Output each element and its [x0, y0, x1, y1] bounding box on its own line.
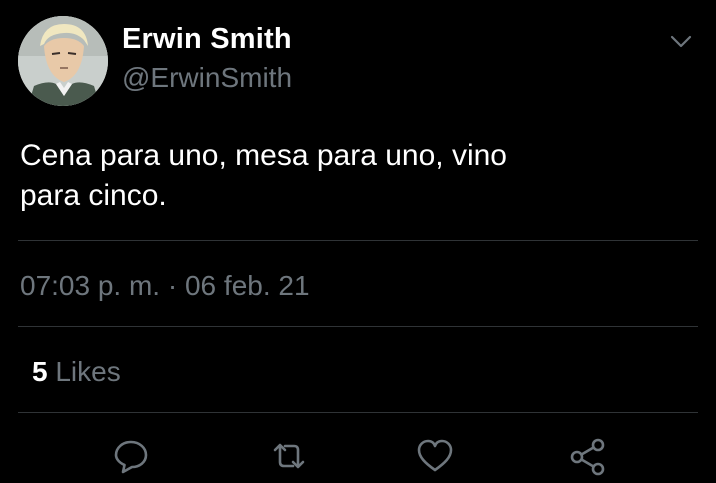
- tweet-date: 06 feb. 21: [184, 270, 310, 301]
- divider: [18, 412, 698, 413]
- avatar-image: [18, 16, 108, 106]
- likes-count: 5: [32, 356, 48, 387]
- heart-icon[interactable]: [415, 436, 455, 476]
- likes-label: Likes: [55, 356, 121, 387]
- retweet-icon[interactable]: [269, 436, 309, 476]
- tweet-timestamp[interactable]: 07:03 p. m. · 06 feb. 21: [20, 266, 310, 306]
- meta-separator: ·: [167, 270, 178, 301]
- likes-stat[interactable]: 5 Likes: [32, 352, 121, 392]
- user-handle[interactable]: @ErwinSmith: [122, 58, 292, 98]
- user-names: Erwin Smith @ErwinSmith: [122, 20, 292, 98]
- tweet-card: Erwin Smith @ErwinSmith Cena para uno, m…: [0, 0, 716, 483]
- display-name[interactable]: Erwin Smith: [122, 20, 292, 58]
- tweet-text-line-2: para cinco.: [20, 179, 167, 212]
- action-bar: [0, 428, 716, 483]
- share-icon[interactable]: [568, 436, 608, 476]
- tweet-text: Cena para uno, mesa para uno, vino para …: [20, 136, 680, 216]
- reply-icon[interactable]: [111, 436, 151, 476]
- avatar[interactable]: [18, 16, 108, 106]
- divider: [18, 326, 698, 327]
- tweet-header: Erwin Smith @ErwinSmith: [18, 16, 698, 108]
- chevron-down-icon[interactable]: [666, 26, 696, 56]
- divider: [18, 240, 698, 241]
- tweet-time: 07:03 p. m.: [20, 270, 161, 301]
- tweet-text-line-1: Cena para uno, mesa para uno, vino: [20, 139, 507, 172]
